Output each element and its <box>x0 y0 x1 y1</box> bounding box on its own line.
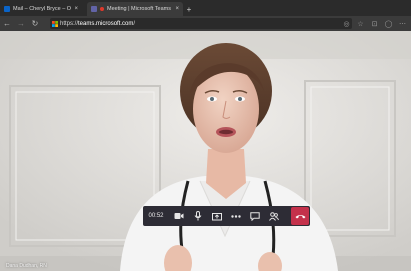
address-bar[interactable]: https://teams.microsoft.com/ <box>50 18 352 29</box>
url-scheme: https:// <box>60 20 79 27</box>
show-conversation-button[interactable] <box>245 206 264 226</box>
share-screen-button[interactable] <box>207 206 226 226</box>
hang-up-button[interactable] <box>291 207 309 225</box>
microphone-icon <box>194 211 201 221</box>
refresh-icon[interactable]: ↻ <box>28 16 42 31</box>
site-favicon-icon <box>50 18 60 29</box>
outlook-icon <box>4 6 10 12</box>
hang-up-phone-icon <box>295 214 305 218</box>
camera-toggle-button[interactable] <box>169 206 188 226</box>
call-control-bar: 00:52 <box>143 206 310 226</box>
participants-icon <box>268 211 279 221</box>
more-actions-button[interactable] <box>226 206 245 226</box>
tab-outlook-mail[interactable]: Mail – Cheryl Bryce – Outlook × <box>0 2 82 16</box>
browser-toolbar: ← → ↻ https://teams.microsoft.com/ ◎ ☆ ⊡… <box>0 16 411 31</box>
meeting-video: Dana Dudhan, RN <box>0 31 411 271</box>
show-participants-button[interactable] <box>264 206 283 226</box>
url-path: / <box>133 20 136 27</box>
favorite-star-icon[interactable]: ☆ <box>356 20 365 28</box>
forward-icon[interactable]: → <box>14 16 28 31</box>
back-icon[interactable]: ← <box>0 16 14 31</box>
camera-icon <box>174 213 183 219</box>
tab-teams-meeting[interactable]: Meeting | Microsoft Teams × <box>87 2 183 16</box>
recording-indicator-icon <box>100 7 104 11</box>
tab-title: Mail – Cheryl Bryce – Outlook <box>13 6 72 12</box>
call-timer: 00:52 <box>148 213 164 219</box>
toolbar-right-icons: ◎ ☆ ⊡ ◯ ⋯ <box>342 16 407 31</box>
collections-icon[interactable]: ⊡ <box>370 20 379 28</box>
teams-icon <box>91 6 97 12</box>
close-tab-icon[interactable]: × <box>175 6 179 12</box>
url-host: teams.microsoft.com <box>78 20 134 27</box>
extension-icon[interactable]: ◎ <box>342 20 351 28</box>
participant-video-image <box>0 31 411 271</box>
profile-icon[interactable]: ◯ <box>384 20 393 28</box>
browser-tab-strip: Mail – Cheryl Bryce – Outlook × Meeting … <box>0 0 411 16</box>
tab-title: Meeting | Microsoft Teams <box>107 6 171 12</box>
microphone-toggle-button[interactable] <box>188 206 207 226</box>
chat-icon <box>249 211 260 221</box>
share-tray-icon <box>211 212 222 220</box>
new-tab-button[interactable]: + <box>183 2 195 16</box>
more-options-icon <box>230 214 241 218</box>
url-text: https://teams.microsoft.com/ <box>60 21 135 27</box>
close-tab-icon[interactable]: × <box>74 6 78 12</box>
more-icon[interactable]: ⋯ <box>398 20 407 28</box>
participant-name-label: Dana Dudhan, RN <box>6 263 47 269</box>
